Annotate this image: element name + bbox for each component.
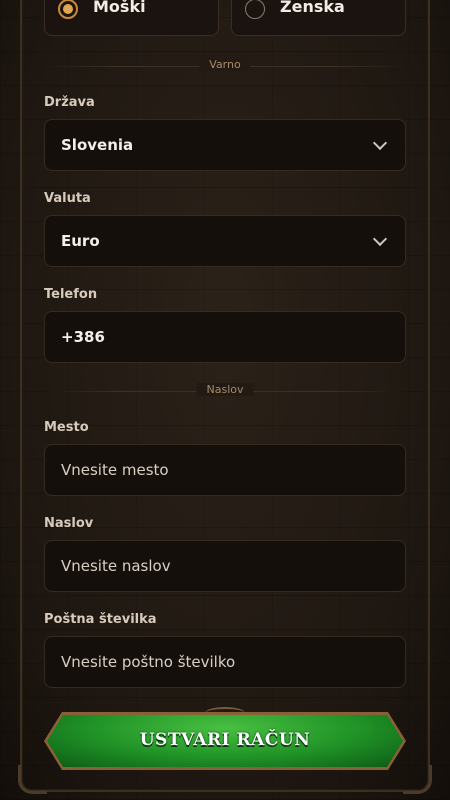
- chevron-down-icon: [372, 135, 388, 151]
- postal-label: Poštna številka: [44, 612, 157, 627]
- currency-value: Euro: [61, 232, 100, 250]
- radio-checked-icon[interactable]: [58, 0, 78, 19]
- gender-male-label: Moški: [93, 0, 146, 16]
- section-title-address: Naslov: [196, 383, 254, 396]
- radio-unchecked-icon[interactable]: [245, 0, 265, 19]
- gender-option-male[interactable]: Moški: [44, 0, 219, 36]
- country-select[interactable]: Slovenia: [44, 119, 406, 171]
- section-title-security: Varno: [199, 58, 251, 71]
- section-divider-address: Naslov: [44, 381, 406, 401]
- currency-select[interactable]: Euro: [44, 215, 406, 267]
- section-divider-security: Varno: [44, 56, 406, 76]
- postal-placeholder: Vnesite poštno številko: [61, 653, 236, 671]
- city-placeholder: Vnesite mesto: [61, 461, 169, 479]
- address-input[interactable]: Vnesite naslov: [44, 540, 406, 592]
- country-value: Slovenia: [61, 136, 134, 154]
- gender-option-female[interactable]: Ženska: [231, 0, 406, 36]
- gender-female-label: Ženska: [280, 0, 345, 16]
- country-label: Država: [44, 95, 95, 110]
- city-input[interactable]: Vnesite mesto: [44, 444, 406, 496]
- postal-input[interactable]: Vnesite poštno številko: [44, 636, 406, 688]
- phone-value: +386: [61, 328, 105, 346]
- frame-ornament-right: [403, 765, 432, 794]
- create-account-button[interactable]: USTVARI RAČUN: [44, 707, 406, 770]
- currency-label: Valuta: [44, 191, 91, 206]
- city-label: Mesto: [44, 420, 89, 435]
- phone-label: Telefon: [44, 287, 98, 302]
- chevron-down-icon: [372, 231, 388, 247]
- create-account-label: USTVARI RAČUN: [139, 730, 311, 750]
- address-placeholder: Vnesite naslov: [61, 557, 171, 575]
- address-label: Naslov: [44, 516, 94, 531]
- phone-input[interactable]: +386: [44, 311, 406, 363]
- registration-page: Moški Ženska Varno Država Slovenia Valut…: [0, 0, 450, 800]
- frame-ornament-left: [18, 765, 47, 794]
